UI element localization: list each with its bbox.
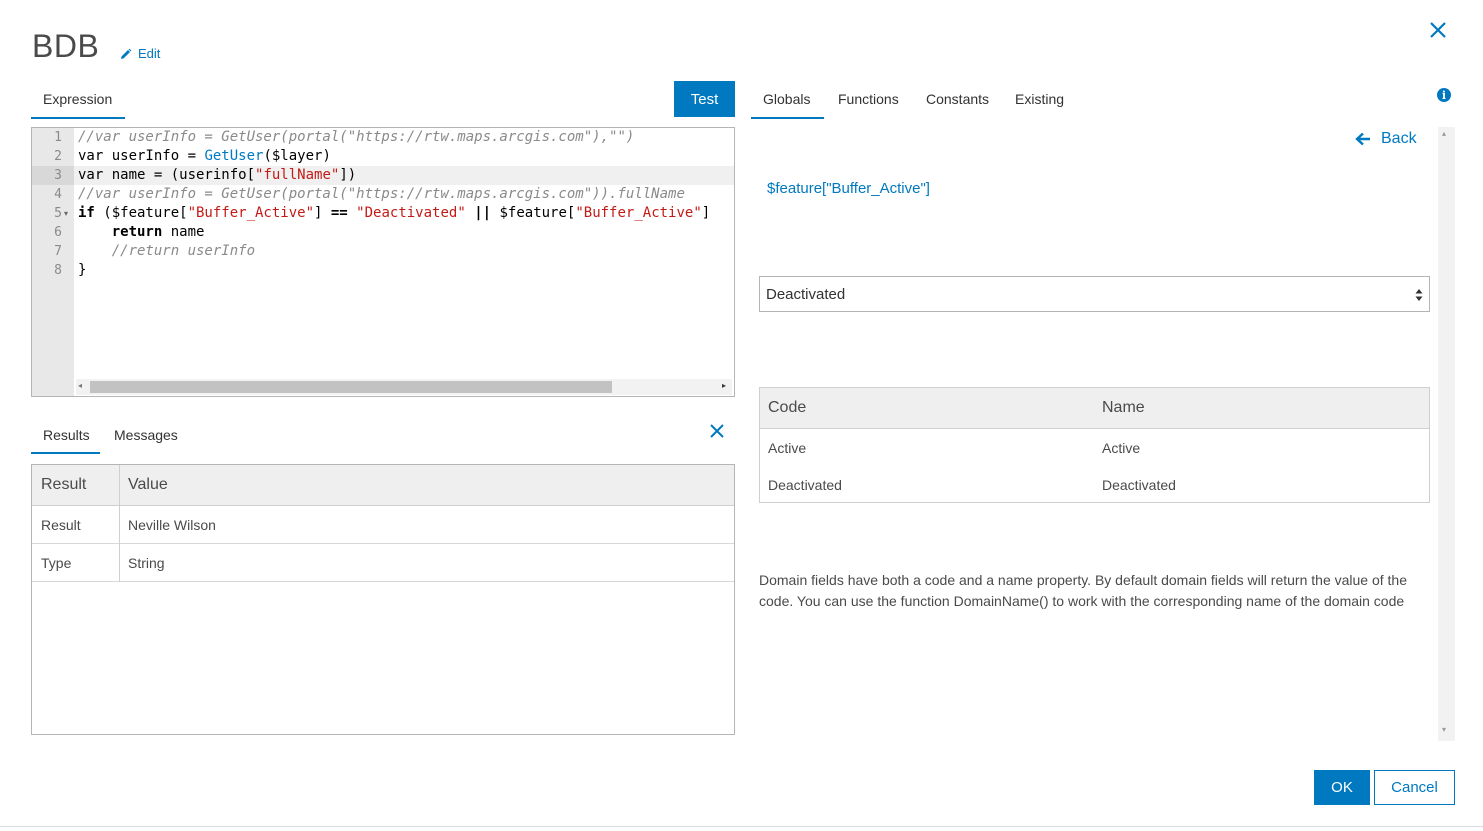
- back-button[interactable]: Back: [1355, 130, 1417, 148]
- code-line-8: }: [78, 262, 87, 278]
- back-label: Back: [1381, 130, 1417, 147]
- column-divider: [119, 465, 120, 582]
- footer-divider: [0, 826, 1483, 827]
- edit-label: Edit: [138, 46, 161, 61]
- select-arrows-icon: [1415, 289, 1423, 301]
- code-line-6: return name: [111, 224, 205, 240]
- horizontal-scrollbar-thumb[interactable]: [90, 381, 612, 393]
- code-line-3: var name = (userinfo["fullName"]): [78, 167, 357, 183]
- domain-description: Domain fields have both a code and a nam…: [759, 572, 1408, 609]
- table-row: Deactivated Deactivated: [760, 466, 1429, 503]
- cancel-button[interactable]: Cancel: [1374, 770, 1455, 805]
- scroll-right-icon[interactable]: ▸: [722, 381, 726, 390]
- domain-table: Code Name Active Active Deactivated Deac…: [759, 387, 1430, 503]
- edit-button[interactable]: Edit: [120, 46, 160, 61]
- domain-code-cell: Active: [768, 440, 807, 456]
- code-editor[interactable]: 1 2 3 4 5 ▾ 6 7 8 //var userInfo = GetUs…: [31, 127, 735, 397]
- domain-name-cell: Active: [1102, 440, 1141, 456]
- domain-col-name: Name: [1102, 399, 1145, 416]
- domain-table-header: Code Name: [760, 388, 1429, 429]
- domain-value-select[interactable]: Deactivated: [759, 276, 1430, 312]
- line-number: 5: [54, 206, 62, 221]
- line-number: 1: [54, 130, 62, 145]
- dialog-title: BDB: [32, 28, 100, 64]
- scroll-up-icon[interactable]: ▴: [1442, 129, 1446, 138]
- close-icon[interactable]: [1428, 20, 1448, 40]
- line-number: 7: [54, 244, 62, 259]
- table-row: Result Neville Wilson: [32, 506, 734, 544]
- results-table: Result Value Result Neville Wilson Type …: [31, 464, 735, 735]
- table-row: Active Active: [760, 429, 1429, 466]
- domain-col-code: Code: [768, 399, 807, 416]
- tab-results[interactable]: Results: [43, 427, 90, 443]
- tab-constants[interactable]: Constants: [926, 91, 989, 107]
- tab-functions[interactable]: Functions: [838, 91, 899, 107]
- vertical-scrollbar[interactable]: ▴ ▾: [1438, 127, 1455, 741]
- code-line-2: var userInfo = GetUser($layer): [78, 148, 331, 164]
- tab-expression[interactable]: Expression: [43, 91, 112, 107]
- tab-messages[interactable]: Messages: [114, 427, 178, 443]
- ok-button[interactable]: OK: [1314, 770, 1370, 805]
- close-results-icon[interactable]: [709, 423, 725, 439]
- line-number: 4: [54, 187, 62, 202]
- tab-globals[interactable]: Globals: [763, 91, 810, 107]
- code-line-7: //return userInfo: [111, 243, 256, 259]
- value-cell: String: [128, 555, 165, 571]
- result-cell: Type: [41, 555, 72, 571]
- arrow-left-icon: [1355, 132, 1370, 146]
- line-number: 6: [54, 225, 62, 240]
- test-button[interactable]: Test: [674, 81, 735, 117]
- result-cell: Result: [41, 517, 81, 533]
- expression-dialog: BDB Edit Expression Test 1 2 3 4 5 ▾ 6 7…: [0, 0, 1483, 831]
- value-cell: Neville Wilson: [128, 517, 216, 533]
- table-row: Type String: [32, 544, 734, 582]
- scroll-down-icon[interactable]: ▾: [1442, 725, 1446, 734]
- code-line-4: //var userInfo = GetUser(portal("https:/…: [78, 186, 685, 202]
- tab-expression-indicator: [31, 117, 125, 119]
- results-header: Result Value: [32, 465, 734, 506]
- tab-results-indicator: [31, 452, 100, 454]
- results-col-value: Value: [128, 476, 168, 493]
- line-number: 3: [54, 168, 62, 183]
- results-col-result: Result: [41, 476, 87, 493]
- tab-existing[interactable]: Existing: [1015, 91, 1064, 107]
- feature-field-link[interactable]: $feature["Buffer_Active"]: [767, 180, 930, 197]
- pencil-icon: [121, 48, 132, 59]
- tab-globals-indicator: [751, 117, 824, 119]
- domain-code-cell: Deactivated: [768, 477, 842, 493]
- info-icon[interactable]: i: [1437, 88, 1451, 102]
- scroll-left-icon[interactable]: ◂: [78, 381, 82, 390]
- line-number: 2: [54, 149, 62, 164]
- select-value: Deactivated: [766, 285, 846, 303]
- line-number: 8: [54, 263, 62, 278]
- fold-arrow-icon[interactable]: ▾: [64, 204, 68, 223]
- code-line-5: if ($feature["Buffer_Active"] == "Deacti…: [78, 205, 711, 221]
- domain-name-cell: Deactivated: [1102, 477, 1176, 493]
- code-line-1: //var userInfo = GetUser(portal("https:/…: [78, 129, 635, 145]
